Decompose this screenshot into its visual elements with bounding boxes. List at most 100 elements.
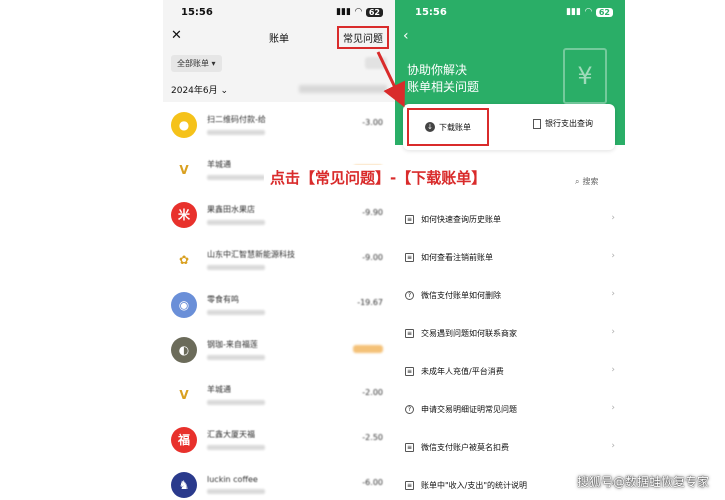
back-icon[interactable]: ‹ [403,28,409,44]
bill-document-illustration: ¥ [563,48,607,104]
bank-expense-query-button[interactable]: 银行支出查询 [533,118,593,129]
faq-headline: 协助你解决 账单相关问题 [407,62,479,96]
transaction-row[interactable]: 福汇鑫大厦天福 -2.50 [163,417,395,462]
faq-item-label: 微信支付账户被莫名扣费 [421,442,509,452]
faq-button[interactable]: 常见问题 [337,26,389,49]
month-selector[interactable]: 2024年6月 ⌄ [171,83,228,96]
doc-icon: ≡ [405,480,414,490]
download-bill-button[interactable]: ↓ 下载账单 [407,108,489,146]
question-icon: ? [405,290,414,300]
transaction-amount: -9.90 [362,208,383,217]
wifi-icon: ◠ [354,7,362,17]
transaction-row[interactable]: ◉ 零食有鸣 -19.67 [163,282,395,327]
transaction-row[interactable]: ● 扫二维码付款-给 -3.00 [163,102,395,147]
merchant-avatar: ● [171,111,197,138]
faq-item-label: 交易遇到问题如何联系商家 [421,328,517,338]
chevron-right-icon: › [611,365,615,375]
transaction-row[interactable]: ♞ luckin coffee -6.00 [163,462,395,500]
battery-icon: 62 [365,7,383,17]
faq-item-label: 未成年人充值/平台消费 [421,366,504,376]
merchant-avatar: ♞ [171,471,197,498]
transaction-row[interactable]: ✿ 山东中汇智慧新能源科技 -9.00 [163,237,395,282]
chevron-right-icon: › [611,213,615,223]
filter-bar: 全部账单 ▾ [163,50,395,76]
nav-bar: ✕ 账单 常见问题 [163,24,395,50]
wifi-icon: ◠ [584,7,592,17]
doc-icon: ≡ [405,442,414,452]
faq-item[interactable]: ≡ 微信支付账户被莫名扣费 › [395,428,625,466]
status-time: 15:56 [415,6,447,18]
transaction-list: ● 扫二维码付款-给 -3.00 V 羊城通米果鑫田水果店 -9.90 ✿ 山东中汇智慧新能源… [163,102,395,500]
transaction-time [207,265,265,270]
merchant-avatar: V [171,156,197,183]
transaction-time [207,175,265,180]
status-time: 15:56 [181,6,213,18]
merchant-avatar: 福 [171,426,197,453]
stats-button[interactable] [365,57,387,69]
merchant-avatar: ✿ [171,246,197,273]
transaction-time [207,310,265,315]
headline-line-2: 账单相关问题 [407,80,480,94]
transaction-amount: -2.50 [362,433,383,442]
transaction-row[interactable]: V 羊城通 -2.00 [163,372,395,417]
merchant-avatar: ◉ [171,291,197,318]
merchant-avatar: V [171,381,197,408]
faq-item-label: 申请交易明细证明常见问题 [421,404,517,414]
chevron-right-icon: › [611,441,615,451]
merchant-avatar: 米 [171,201,197,228]
watermark: 搜狐号@数据蛙恢复专家 [576,475,709,489]
faq-item-label: 微信支付账单如何删除 [421,290,501,300]
faq-item[interactable]: ≡ 如何快速查询历史账单 › [395,200,625,238]
doc-icon: ≡ [405,252,414,262]
month-label: 2024年6月 [171,85,218,96]
signal-icon: ▮▮▮ [336,7,351,17]
search-label: 搜索 [582,177,599,186]
transaction-row[interactable]: 米果鑫田水果店 -9.90 [163,192,395,237]
faq-item[interactable]: ≡ 未成年人充值/平台消费 › [395,352,625,390]
quick-action-card: ↓ 下载账单 银行支出查询 [403,104,615,150]
month-header: 2024年6月 ⌄ [163,76,395,102]
transaction-time [207,355,265,360]
transaction-amount: -6.00 [362,478,383,487]
faq-item[interactable]: ≡ 如何查看注销前账单 › [395,238,625,276]
chevron-right-icon: › [611,327,615,337]
battery-icon: 62 [595,7,613,17]
bill-list-screen: 15:56 ▮▮▮ ◠ 62 ✕ 账单 常见问题 全部账单 ▾ 2024年6月 … [163,0,395,500]
download-bill-label: 下载账单 [439,122,471,132]
search-icon: ⌕ [575,176,580,186]
transaction-time [207,400,265,405]
question-icon: ? [405,404,414,414]
yen-icon: ¥ [577,62,593,90]
document-icon [533,118,541,129]
faq-list: ≡ 如何快速查询历史账单 › ≡ 如何查看注销前账单 ›? 微信支付账单如何删除 › ≡ 交易遇到… [395,200,625,500]
close-icon[interactable]: ✕ [171,28,182,43]
bank-query-label: 银行支出查询 [545,119,593,128]
chevron-right-icon: › [611,403,615,413]
bill-filter-dropdown[interactable]: 全部账单 ▾ [171,54,222,72]
signal-icon: ▮▮▮ [566,7,581,17]
month-summary [299,85,387,93]
status-icons: ▮▮▮ ◠ 62 [336,7,383,17]
faq-item[interactable]: ? 微信支付账单如何删除 › [395,276,625,314]
transaction-amount: -2.00 [362,388,383,397]
faq-item[interactable]: ? 申请交易明细证明常见问题 › [395,390,625,428]
transaction-amount: -3.00 [362,118,383,127]
instruction-text: 点击【常见问题】-【下载账单】 [264,165,493,190]
headline-line-1: 协助你解决 [407,63,468,77]
download-icon: ↓ [425,122,435,132]
transaction-amount [353,345,383,353]
merchant-avatar: ◐ [171,336,197,363]
transaction-amount: -9.00 [362,253,383,262]
page-title: 账单 [269,33,289,45]
status-icons: ▮▮▮ ◠ 62 [566,7,613,17]
doc-icon: ≡ [405,366,414,376]
faq-item-label: 账单中"收入/支出"的统计说明 [421,480,528,490]
transaction-row[interactable]: ◐ 钢珈-来自福莲 [163,327,395,372]
screenshot-stage: 15:56 ▮▮▮ ◠ 62 ✕ 账单 常见问题 全部账单 ▾ 2024年6月 … [0,0,725,500]
chevron-right-icon: › [611,289,615,299]
doc-icon: ≡ [405,214,414,224]
faq-item[interactable]: ≡ 交易遇到问题如何联系商家 › [395,314,625,352]
faq-screen: 15:56 ▮▮▮ ◠ 62 ‹ 协助你解决 账单相关问题 ¥ ↓ 下载账单 银… [395,0,625,500]
faq-item-label: 如何快速查询历史账单 [421,214,501,224]
search-button[interactable]: ⌕ 搜索 [575,176,598,187]
